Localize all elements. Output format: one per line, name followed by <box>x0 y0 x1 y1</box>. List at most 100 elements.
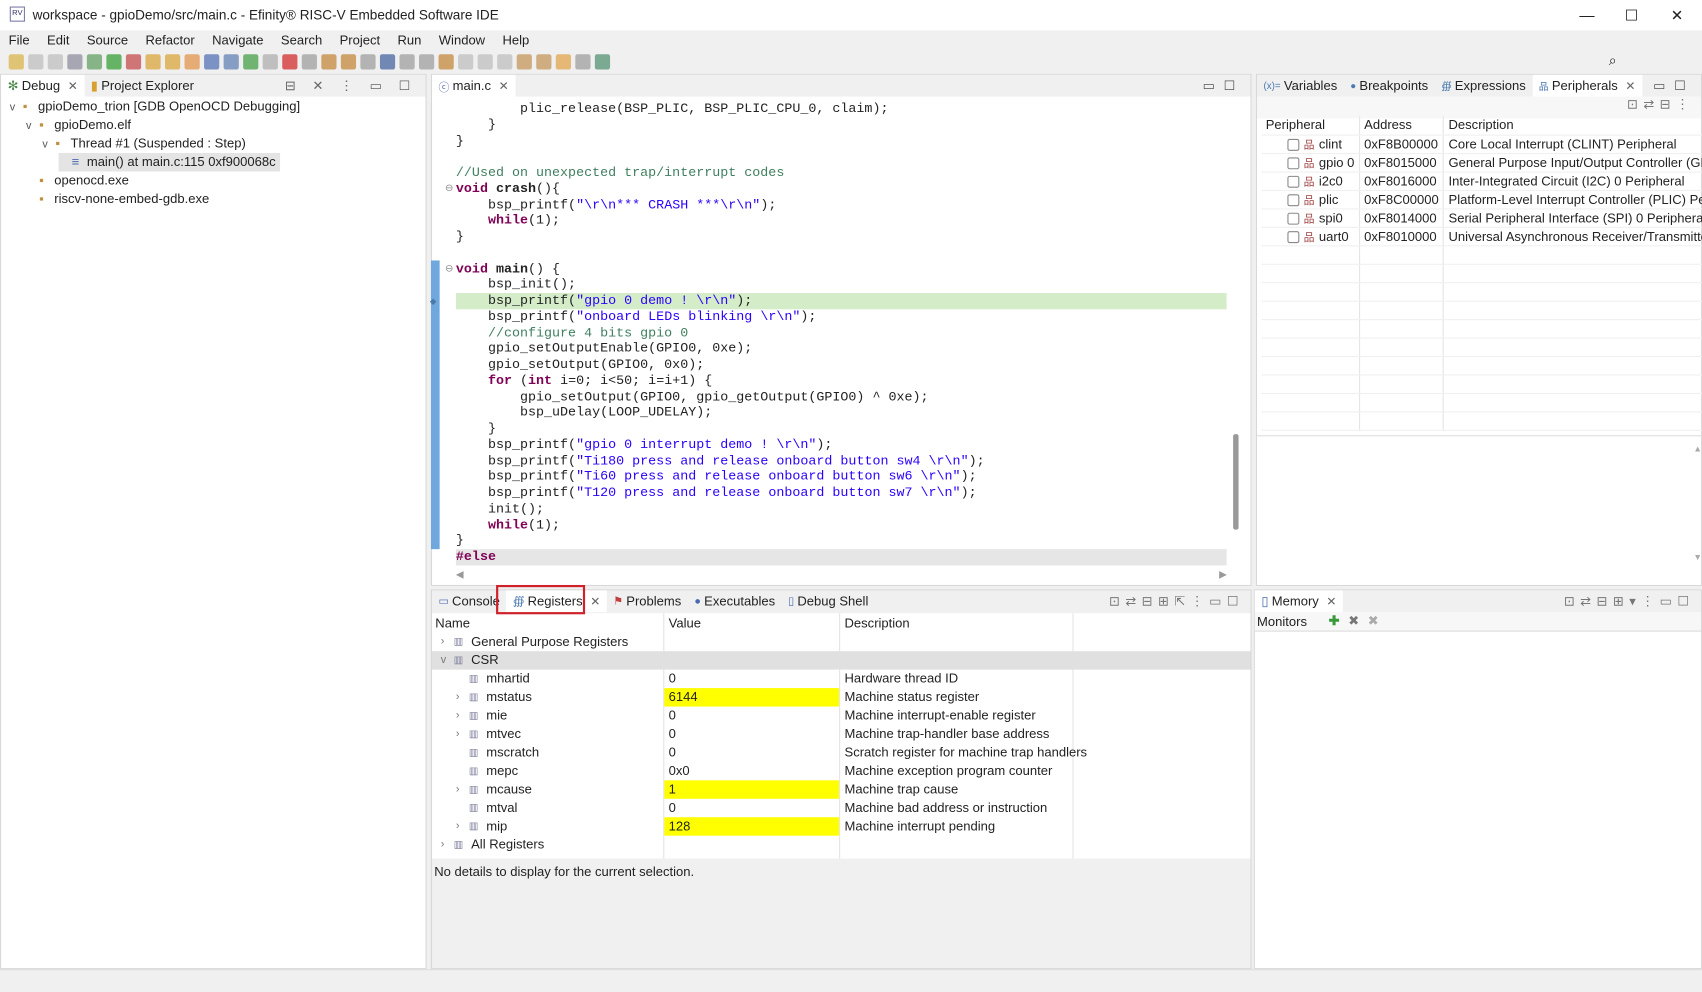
code-line[interactable]: bsp_printf("Ti60 press and release onboa… <box>456 469 1227 485</box>
tab-project-explorer[interactable]: ▮ Project Explorer <box>84 75 200 97</box>
close-icon[interactable]: ✕ <box>590 594 600 608</box>
peripherals-toolbar[interactable]: ⊡⇄⊟⋮ <box>1257 96 1701 119</box>
toolbar-button-icon[interactable] <box>575 54 591 70</box>
toolbar-button-icon[interactable] <box>438 54 454 70</box>
toolbar-button-icon[interactable] <box>125 54 142 70</box>
code-line-current[interactable]: bsp_printf("gpio 0 demo ! \r\n"); <box>456 293 1227 309</box>
remove-monitor-icon[interactable]: ✖ <box>1348 613 1359 628</box>
menu-search[interactable]: Search <box>272 30 331 50</box>
col-peripheral[interactable]: Peripheral <box>1261 116 1360 136</box>
debug-tree-item[interactable]: ▪ openocd.exe <box>26 171 129 189</box>
view-min-max[interactable]: ▭☐ <box>1653 78 1694 93</box>
scroll-down-icon[interactable]: ▼ <box>1693 552 1702 562</box>
editor-vertical-scrollbar[interactable] <box>1233 434 1239 530</box>
toolbar-button-icon[interactable] <box>106 54 122 70</box>
register-row[interactable]: › ▥ mtvec 0 Machine trap-handler base addres… <box>432 725 1250 743</box>
code-line[interactable]: bsp_printf("onboard LEDs blinking \r\n")… <box>456 309 1227 325</box>
menu-project[interactable]: Project <box>331 30 389 50</box>
toolbar-button-icon[interactable] <box>497 54 513 70</box>
peripheral-row[interactable]: 品 plic 0xF8C00000 Platform-Level Interrupt … <box>1261 189 1702 209</box>
code-line[interactable]: void crash(){ <box>456 181 1227 197</box>
minimize-button[interactable]: — <box>1571 4 1604 26</box>
code-line[interactable]: plic_release(BSP_PLIC, BSP_PLIC_CPU_0, c… <box>456 101 1227 117</box>
code-line[interactable]: } <box>456 421 1227 437</box>
peripheral-row[interactable]: 品 spi0 0xF8014000 Serial Peripheral Interfa… <box>1261 208 1702 228</box>
peripheral-checkbox[interactable] <box>1287 139 1300 152</box>
toolbar-button-icon[interactable] <box>47 54 63 70</box>
debug-tree-item[interactable]: ▪ riscv-none-embed-gdb.exe <box>26 190 209 208</box>
chevron-right-icon[interactable]: › <box>441 836 445 854</box>
tab-main-c[interactable]: ⓒ main.c ✕ <box>432 74 516 97</box>
tab-executables[interactable]: ● Executables <box>688 590 782 612</box>
register-value[interactable] <box>664 633 839 651</box>
toolbar-button-icon[interactable] <box>67 54 83 70</box>
register-row[interactable]: ▥ mepc 0x0 Machine exception program counte… <box>432 762 1250 780</box>
code-line[interactable]: } <box>456 117 1227 133</box>
maximize-button[interactable]: ☐ <box>1615 4 1648 26</box>
chevron-down-icon[interactable]: v <box>42 136 55 154</box>
tab-peripherals[interactable]: 品 Peripherals ✕ <box>1532 74 1642 97</box>
tab-debug[interactable]: ✻ Debug ✕ <box>1 74 85 97</box>
register-row[interactable]: ▥ mhartid 0 Hardware thread ID <box>432 670 1250 688</box>
register-value[interactable] <box>664 651 839 669</box>
register-value[interactable]: 0 <box>664 799 839 817</box>
toolbar-button-icon[interactable] <box>419 54 435 70</box>
chevron-right-icon[interactable]: › <box>456 817 460 835</box>
toolbar-button-icon[interactable] <box>340 54 357 70</box>
tab-expressions[interactable]: ∰ Expressions <box>1435 75 1533 97</box>
view-toolbar-icons[interactable]: ⊟ ✕ ⋮ ▭ ☐ <box>285 78 417 93</box>
close-icon[interactable]: ✕ <box>68 79 78 93</box>
register-row[interactable]: › ▥ mstatus 6144 Machine status register <box>432 688 1250 707</box>
registers-toolbar[interactable]: ⊡⇄⊟⊞⇱⋮▭☐ <box>1109 594 1244 609</box>
toolbar-button-icon[interactable] <box>321 54 337 70</box>
toolbar-button-icon[interactable] <box>594 54 611 70</box>
tab-debug-shell[interactable]: ▯ Debug Shell <box>782 590 875 612</box>
menu-navigate[interactable]: Navigate <box>203 30 272 50</box>
register-row[interactable]: › ▥ All Registers <box>432 836 1250 854</box>
chevron-right-icon[interactable]: › <box>456 707 460 725</box>
toolbar-button-icon[interactable] <box>145 54 161 70</box>
code-line[interactable]: gpio_setOutputEnable(GPIO0, 0xe); <box>456 341 1227 357</box>
col-name[interactable]: Name <box>435 614 470 632</box>
code-line[interactable]: //configure 4 bits gpio 0 <box>456 325 1227 341</box>
code-line[interactable]: gpio_setOutput(GPIO0, 0x0); <box>456 357 1227 373</box>
toolbar-button-icon[interactable] <box>184 54 200 70</box>
code-line[interactable]: void main() { <box>456 261 1227 277</box>
toolbar-button-icon[interactable] <box>477 54 493 70</box>
menu-help[interactable]: Help <box>494 30 538 50</box>
remove-all-monitors-icon[interactable]: ✖ <box>1368 613 1379 628</box>
code-line[interactable]: } <box>456 533 1227 549</box>
tab-memory[interactable]: ▯ Memory ✕ <box>1254 590 1343 613</box>
tab-variables[interactable]: (x)= Variables <box>1257 75 1344 97</box>
fold-icon[interactable]: ⊖ <box>445 263 453 274</box>
toolbar-button-icon[interactable] <box>262 54 278 70</box>
register-value[interactable]: 0 <box>664 707 839 725</box>
peripheral-row[interactable]: 品 gpio 0 0xF8015000 General Purpose Input/O… <box>1261 153 1702 173</box>
chevron-down-icon[interactable]: v <box>26 117 39 135</box>
menu-edit[interactable]: Edit <box>38 30 78 50</box>
toolbar-button-icon[interactable] <box>86 54 103 70</box>
register-value[interactable]: 0 <box>664 743 839 761</box>
register-value[interactable]: 0x0 <box>664 762 839 780</box>
toolbar-button-icon[interactable] <box>282 54 298 70</box>
toolbar-button-icon[interactable] <box>204 54 220 70</box>
chevron-down-icon[interactable]: v <box>10 99 23 117</box>
menu-window[interactable]: Window <box>430 30 494 50</box>
chevron-down-icon[interactable]: v <box>441 651 446 669</box>
register-row[interactable]: › ▥ mie 0 Machine interrupt-enable register <box>432 707 1250 725</box>
close-icon[interactable]: ✕ <box>499 79 509 93</box>
col-description[interactable]: Description <box>845 614 910 632</box>
debug-tree-item[interactable]: v ▪ gpioDemo_trion [GDB OpenOCD Debugging] <box>10 98 300 116</box>
toolbar-button-icon[interactable] <box>379 54 396 70</box>
close-button[interactable]: ✕ <box>1661 4 1694 26</box>
code-line[interactable]: while(1); <box>456 517 1227 533</box>
register-value[interactable] <box>664 836 839 854</box>
code-line[interactable] <box>456 245 1227 261</box>
peripheral-checkbox[interactable] <box>1287 157 1300 170</box>
register-row[interactable]: ▥ mtval 0 Machine bad address or instructio… <box>432 799 1250 817</box>
code-line[interactable]: } <box>456 229 1227 245</box>
toolbar-button-icon[interactable] <box>243 54 259 70</box>
add-monitor-icon[interactable]: ✚ <box>1329 613 1340 628</box>
peripheral-checkbox[interactable] <box>1287 176 1300 189</box>
peripheral-checkbox[interactable] <box>1287 231 1300 244</box>
